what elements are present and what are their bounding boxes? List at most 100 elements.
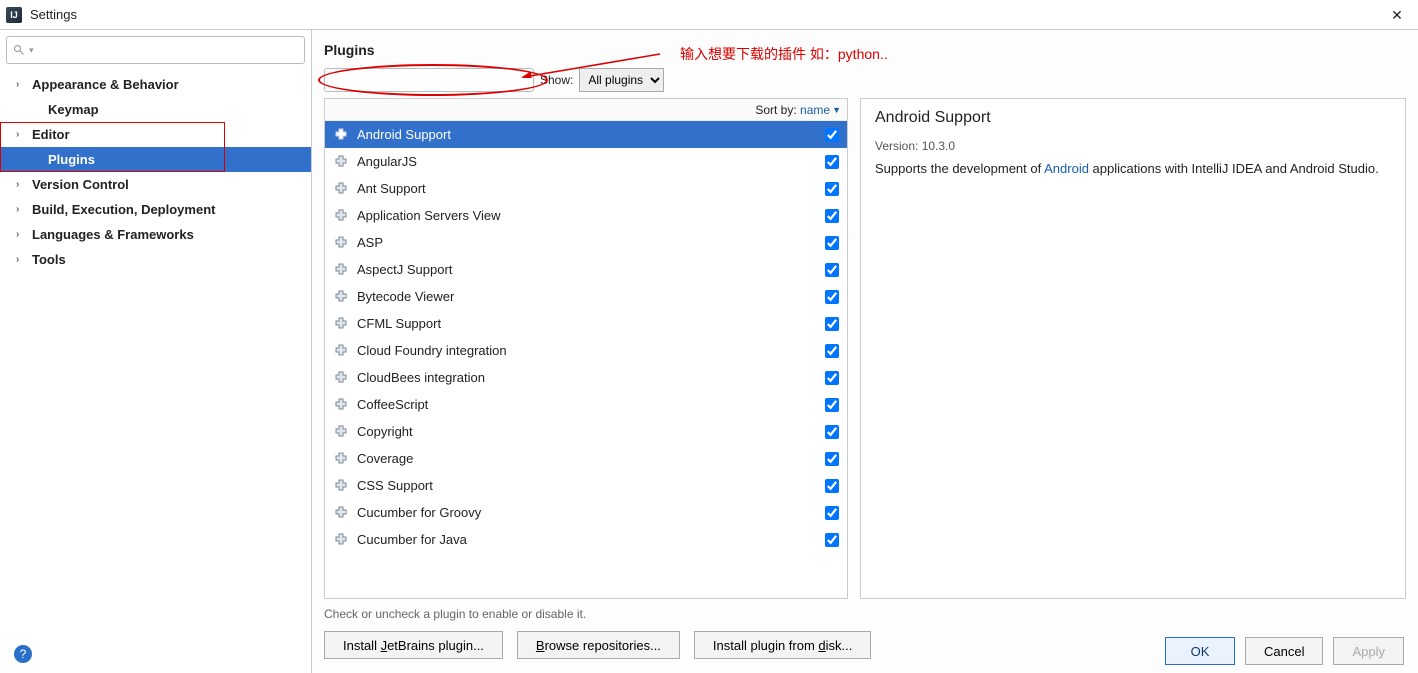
- chevron-down-icon: ▼: [832, 105, 841, 115]
- plugin-icon: [333, 316, 349, 332]
- sidebar-item-label: Keymap: [48, 102, 99, 117]
- plugin-row[interactable]: Copyright: [325, 418, 847, 445]
- plugin-icon: [333, 370, 349, 386]
- plugin-search-input[interactable]: [324, 68, 534, 92]
- plugin-checkbox[interactable]: [825, 290, 839, 304]
- sidebar-item-keymap[interactable]: Keymap: [0, 97, 311, 122]
- plugin-list: Android Support AngularJS Ant Support Appli…: [325, 121, 847, 598]
- sidebar-item-label: Appearance & Behavior: [32, 77, 179, 92]
- chevron-right-icon: ›: [16, 129, 28, 140]
- install-jetbrains-button[interactable]: Install JetBrains plugin...: [324, 631, 503, 659]
- sidebar-item-plugins[interactable]: Plugins: [0, 147, 311, 172]
- plugin-icon: [333, 127, 349, 143]
- sidebar-item-tools[interactable]: ›Tools: [0, 247, 311, 272]
- plugin-checkbox[interactable]: [825, 155, 839, 169]
- plugin-icon: [333, 235, 349, 251]
- sort-link[interactable]: name: [800, 103, 830, 117]
- plugin-checkbox[interactable]: [825, 344, 839, 358]
- close-icon[interactable]: ✕: [1386, 4, 1408, 26]
- plugin-name: Android Support: [357, 127, 825, 142]
- plugin-name: Cloud Foundry integration: [357, 343, 825, 358]
- plugin-row[interactable]: Application Servers View: [325, 202, 847, 229]
- chevron-right-icon: ›: [16, 204, 28, 215]
- plugin-row[interactable]: AngularJS: [325, 148, 847, 175]
- plugin-checkbox[interactable]: [825, 371, 839, 385]
- plugin-checkbox[interactable]: [825, 209, 839, 223]
- plugin-name: Coverage: [357, 451, 825, 466]
- plugin-row[interactable]: CFML Support: [325, 310, 847, 337]
- detail-desc: Supports the development of Android appl…: [875, 161, 1391, 176]
- plugin-row[interactable]: Bytecode Viewer: [325, 283, 847, 310]
- apply-button[interactable]: Apply: [1333, 637, 1404, 665]
- plugin-row[interactable]: Ant Support: [325, 175, 847, 202]
- plugin-icon: [333, 451, 349, 467]
- sidebar-item-label: Build, Execution, Deployment: [32, 202, 215, 217]
- plugin-row[interactable]: Cucumber for Java: [325, 526, 847, 553]
- cancel-button[interactable]: Cancel: [1245, 637, 1323, 665]
- plugin-checkbox[interactable]: [825, 506, 839, 520]
- sidebar-item-label: Languages & Frameworks: [32, 227, 194, 242]
- plugin-checkbox[interactable]: [825, 182, 839, 196]
- plugin-row[interactable]: CoffeeScript: [325, 391, 847, 418]
- plugin-checkbox[interactable]: [825, 533, 839, 547]
- plugin-icon: [333, 154, 349, 170]
- android-link[interactable]: Android: [1044, 161, 1089, 176]
- plugin-checkbox[interactable]: [825, 425, 839, 439]
- plugin-name: Cucumber for Groovy: [357, 505, 825, 520]
- install-from-disk-button[interactable]: Install plugin from disk...: [694, 631, 871, 659]
- plugin-checkbox[interactable]: [825, 317, 839, 331]
- browse-repositories-button[interactable]: Browse repositories...: [517, 631, 680, 659]
- plugin-row[interactable]: CloudBees integration: [325, 364, 847, 391]
- plugin-checkbox[interactable]: [825, 479, 839, 493]
- plugin-checkbox[interactable]: [825, 398, 839, 412]
- plugin-row[interactable]: ASP: [325, 229, 847, 256]
- sidebar-item-languages-frameworks[interactable]: ›Languages & Frameworks: [0, 222, 311, 247]
- sidebar-item-label: Editor: [32, 127, 70, 142]
- sidebar-item-label: Plugins: [48, 152, 95, 167]
- plugin-name: AngularJS: [357, 154, 825, 169]
- plugin-checkbox[interactable]: [825, 452, 839, 466]
- plugin-icon: [333, 397, 349, 413]
- plugin-icon: [333, 262, 349, 278]
- footer: OK Cancel Apply: [1165, 637, 1404, 665]
- plugin-icon: [333, 289, 349, 305]
- sidebar-item-label: Version Control: [32, 177, 129, 192]
- sidebar-tree: ›Appearance & BehaviorKeymap›EditorPlugi…: [0, 68, 311, 673]
- plugin-name: Cucumber for Java: [357, 532, 825, 547]
- help-icon[interactable]: ?: [14, 645, 32, 663]
- plugin-row[interactable]: Android Support: [325, 121, 847, 148]
- plugin-name: CoffeeScript: [357, 397, 825, 412]
- sidebar-item-editor[interactable]: › Editor: [0, 122, 311, 147]
- plugin-name: Application Servers View: [357, 208, 825, 223]
- plugin-checkbox[interactable]: [825, 128, 839, 142]
- sort-row[interactable]: Sort by: name ▼: [325, 99, 847, 121]
- plugin-icon: [333, 343, 349, 359]
- detail-panel: Android Support Version: 10.3.0 Supports…: [860, 98, 1406, 599]
- sidebar-item-build-execution-deployment[interactable]: › Build, Execution, Deployment: [0, 197, 311, 222]
- content-title: Plugins: [324, 42, 1406, 58]
- sidebar-search[interactable]: ▾: [6, 36, 305, 64]
- plugin-checkbox[interactable]: [825, 236, 839, 250]
- plugin-row[interactable]: Cloud Foundry integration: [325, 337, 847, 364]
- plugin-row[interactable]: CSS Support: [325, 472, 847, 499]
- plugin-name: CSS Support: [357, 478, 825, 493]
- plugin-name: AspectJ Support: [357, 262, 825, 277]
- plugin-name: Copyright: [357, 424, 825, 439]
- sidebar-item-appearance-behavior[interactable]: ›Appearance & Behavior: [0, 72, 311, 97]
- chevron-right-icon: ›: [16, 254, 28, 265]
- plugin-icon: [333, 181, 349, 197]
- plugin-row[interactable]: AspectJ Support: [325, 256, 847, 283]
- plugin-row[interactable]: Coverage: [325, 445, 847, 472]
- plugin-icon: [333, 505, 349, 521]
- plugin-list-panel: Sort by: name ▼ Android Support AngularJS…: [324, 98, 848, 599]
- show-label: Show:: [540, 73, 573, 87]
- plugin-icon: [333, 532, 349, 548]
- show-select[interactable]: All plugins: [579, 68, 664, 92]
- ok-button[interactable]: OK: [1165, 637, 1235, 665]
- app-icon: IJ: [6, 7, 22, 23]
- titlebar: IJ Settings ✕: [0, 0, 1418, 30]
- plugin-checkbox[interactable]: [825, 263, 839, 277]
- sidebar-item-version-control[interactable]: ›Version Control: [0, 172, 311, 197]
- plugin-icon: [333, 424, 349, 440]
- plugin-row[interactable]: Cucumber for Groovy: [325, 499, 847, 526]
